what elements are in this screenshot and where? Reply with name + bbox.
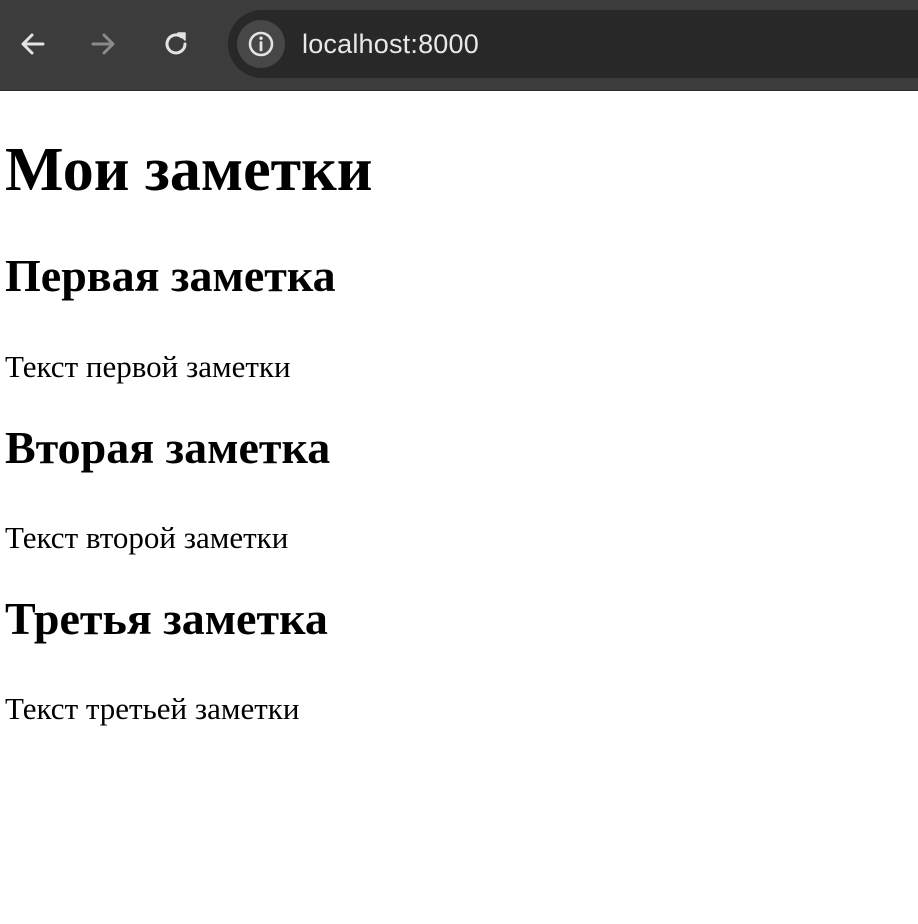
url-text[interactable]: localhost:8000 [302, 27, 479, 61]
note-title: Третья заметка [5, 593, 328, 644]
note-title: Вторая заметка [5, 422, 331, 473]
page-content: Мои заметки Первая заметка Текст первой … [0, 92, 918, 924]
arrow-right-icon [91, 33, 115, 55]
note-text: Текст третьей заметки [5, 691, 300, 726]
reload-button[interactable] [154, 22, 198, 66]
reload-icon [165, 32, 187, 55]
page-title: Мои заметки [5, 136, 373, 204]
note-title: Первая заметка [5, 250, 336, 301]
note-text: Текст первой заметки [5, 349, 291, 384]
note-text: Текст второй заметки [5, 520, 289, 555]
back-button[interactable] [11, 22, 55, 66]
address-bar[interactable]: localhost:8000 [228, 10, 918, 78]
site-info-button[interactable] [237, 20, 285, 68]
arrow-left-icon [21, 33, 45, 55]
forward-button[interactable] [81, 22, 125, 66]
browser-toolbar: localhost:8000 [0, 0, 918, 91]
info-icon [248, 31, 274, 57]
